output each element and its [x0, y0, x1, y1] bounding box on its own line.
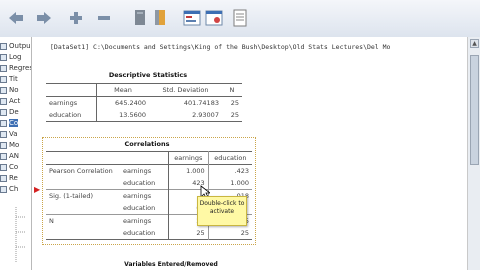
- expand-icon[interactable]: [64, 6, 88, 30]
- variables-entered-title: Variables Entered/Removed: [124, 261, 218, 268]
- table-icon: [0, 163, 7, 171]
- folder-icon: [0, 64, 7, 72]
- hide-icon[interactable]: [148, 6, 172, 30]
- table-row: education 13.5600 2.93007 25: [46, 109, 242, 122]
- output-viewer[interactable]: [DataSet1] C:\Documents and Settings\Kin…: [32, 37, 467, 270]
- table-icon: [0, 141, 7, 149]
- title-icon: [0, 75, 7, 83]
- tree-item-residuals[interactable]: Re: [0, 173, 31, 184]
- correlations-title: Correlations: [124, 140, 170, 148]
- tree-item-notes[interactable]: No: [0, 85, 31, 96]
- tree-item-variables[interactable]: Va: [0, 129, 31, 140]
- table-row: earnings 645.2400 401.74183 25: [46, 96, 242, 109]
- table-icon: [0, 152, 7, 160]
- tree-item-output[interactable]: Outpu: [0, 41, 31, 52]
- table-row: education 25 25: [46, 227, 252, 240]
- tree-item-charts[interactable]: Ch: [0, 184, 31, 195]
- tree-lines: [15, 207, 26, 262]
- log-node-icon: [0, 53, 7, 61]
- scroll-up-icon[interactable]: ▲: [470, 39, 479, 48]
- table-row: education 423 1.000: [46, 177, 252, 190]
- tree-item-anova[interactable]: AN: [0, 151, 31, 162]
- activate-tooltip: Double-click to activate: [197, 196, 247, 226]
- chart-icon[interactable]: [180, 6, 204, 30]
- scroll-thumb[interactable]: [470, 55, 479, 165]
- output-icon: [0, 42, 7, 50]
- vertical-scrollbar[interactable]: ▲: [467, 37, 480, 270]
- dataset-icon: [0, 97, 7, 105]
- folder-icon: [0, 185, 7, 193]
- designate-window-icon[interactable]: [202, 6, 226, 30]
- collapse-icon[interactable]: [92, 6, 116, 30]
- table-icon: [0, 174, 7, 182]
- forward-icon[interactable]: [32, 6, 56, 30]
- log-icon[interactable]: [228, 6, 252, 30]
- table-icon: [0, 119, 7, 127]
- table-icon: [0, 130, 7, 138]
- toolbar: [0, 0, 480, 38]
- tree-item-descriptives[interactable]: De: [0, 107, 31, 118]
- tree-item-coefficients[interactable]: Co: [0, 162, 31, 173]
- tree-item-active-dataset[interactable]: Act: [0, 96, 31, 107]
- notes-icon: [0, 86, 7, 94]
- tree-item-correlations[interactable]: Co: [0, 118, 31, 129]
- tree-item-regression[interactable]: Regres: [0, 63, 31, 74]
- back-icon[interactable]: [4, 6, 28, 30]
- descriptive-table[interactable]: Mean Std. Deviation N earnings 645.2400 …: [46, 83, 242, 122]
- selected-item-arrow-icon: ▶: [34, 185, 41, 194]
- dataset-path: [DataSet1] C:\Documents and Settings\Kin…: [50, 43, 391, 51]
- table-row: Pearson Correlation earnings 1.000 .423: [46, 164, 252, 177]
- descriptive-title: Descriptive Statistics: [108, 71, 188, 79]
- tree-item-title[interactable]: Tit: [0, 74, 31, 85]
- tree-item-log[interactable]: Log: [0, 52, 31, 63]
- table-icon: [0, 108, 7, 116]
- outline-pane: Outpu Log Regres Tit No Act De Co Va Mo …: [0, 37, 32, 270]
- outline-tree: Outpu Log Regres Tit No Act De Co Va Mo …: [0, 41, 31, 195]
- tree-item-model-summary[interactable]: Mo: [0, 140, 31, 151]
